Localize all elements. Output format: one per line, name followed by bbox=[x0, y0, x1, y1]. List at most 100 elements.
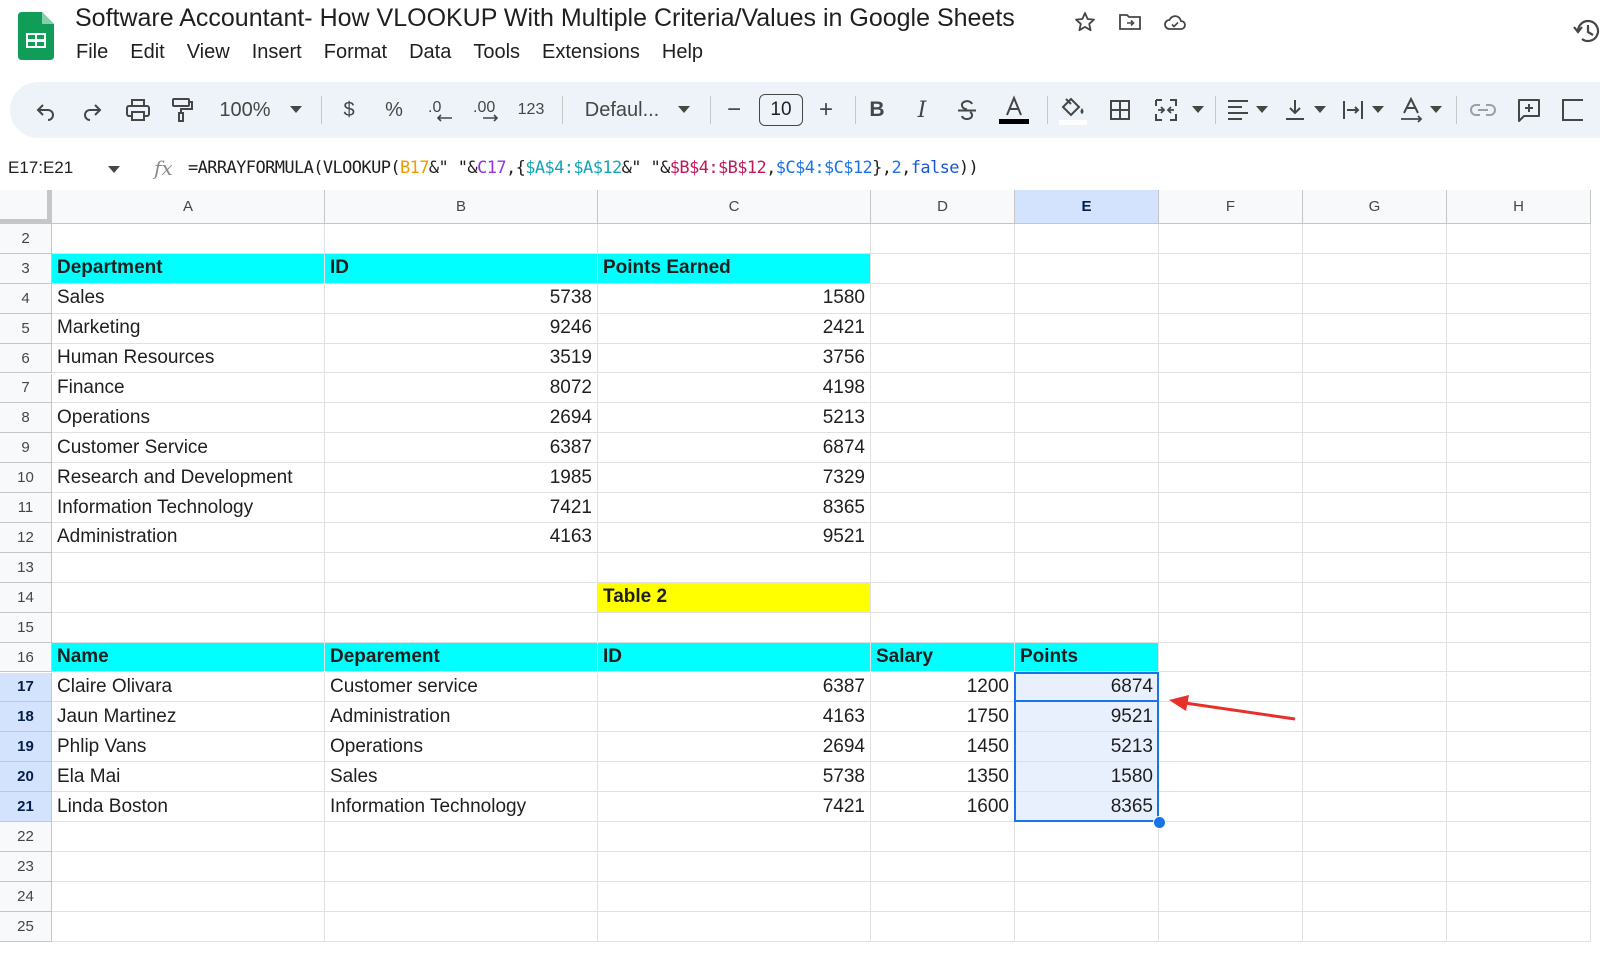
cell-e8[interactable] bbox=[1015, 403, 1159, 434]
cell-g7[interactable] bbox=[1303, 373, 1447, 404]
cell-d13[interactable] bbox=[871, 552, 1015, 583]
cell-e21[interactable]: 8365 bbox=[1015, 792, 1159, 822]
row-header-7[interactable]: 7 bbox=[0, 373, 52, 404]
cell-g13[interactable] bbox=[1303, 552, 1447, 583]
cell-c22[interactable] bbox=[598, 822, 871, 852]
cell-d3[interactable] bbox=[871, 253, 1015, 284]
cell-d18[interactable]: 1750 bbox=[871, 702, 1015, 733]
cell-g18[interactable] bbox=[1303, 702, 1447, 733]
cell-c3[interactable]: Points Earned bbox=[598, 253, 871, 284]
column-header-d[interactable]: D bbox=[871, 190, 1015, 224]
paint-format-button[interactable] bbox=[168, 82, 196, 138]
cell-b19[interactable]: Operations bbox=[325, 732, 598, 763]
cell-c5[interactable]: 2421 bbox=[598, 313, 871, 344]
increase-font-size-button[interactable]: + bbox=[814, 82, 838, 138]
cell-f22[interactable] bbox=[1159, 822, 1303, 852]
cell-g20[interactable] bbox=[1303, 762, 1447, 793]
cell-b16[interactable]: Deparement bbox=[325, 642, 598, 673]
cell-b12[interactable]: 4163 bbox=[325, 523, 598, 553]
cell-b8[interactable]: 2694 bbox=[325, 403, 598, 434]
row-header-11[interactable]: 11 bbox=[0, 493, 52, 523]
cloud-status-icon[interactable] bbox=[1162, 10, 1188, 34]
rotation-dropdown-caret-icon[interactable] bbox=[1428, 82, 1444, 138]
cell-g3[interactable] bbox=[1303, 253, 1447, 284]
text-rotation-button[interactable] bbox=[1398, 82, 1424, 138]
cell-f21[interactable] bbox=[1159, 792, 1303, 822]
cell-d5[interactable] bbox=[871, 313, 1015, 344]
cell-a8[interactable]: Operations bbox=[52, 403, 325, 434]
cell-b10[interactable]: 1985 bbox=[325, 463, 598, 494]
cell-d14[interactable] bbox=[871, 582, 1015, 613]
cell-d16[interactable]: Salary bbox=[871, 642, 1015, 673]
row-header-24[interactable]: 24 bbox=[0, 881, 52, 912]
text-wrapping-button[interactable] bbox=[1340, 82, 1366, 138]
cell-a17[interactable]: Claire Olivara bbox=[52, 672, 325, 703]
row-header-9[interactable]: 9 bbox=[0, 433, 52, 464]
cell-a25[interactable] bbox=[52, 911, 325, 942]
cell-g14[interactable] bbox=[1303, 582, 1447, 613]
cell-c15[interactable] bbox=[598, 612, 871, 643]
merge-dropdown-caret-icon[interactable] bbox=[1190, 82, 1206, 138]
cell-f19[interactable] bbox=[1159, 732, 1303, 763]
row-header-16[interactable]: 16 bbox=[0, 642, 52, 673]
fill-color-button[interactable] bbox=[1056, 82, 1090, 138]
cell-c4[interactable]: 1580 bbox=[598, 283, 871, 314]
cell-f25[interactable] bbox=[1159, 911, 1303, 942]
cell-a13[interactable] bbox=[52, 552, 325, 583]
cell-b11[interactable]: 7421 bbox=[325, 493, 598, 523]
cell-h13[interactable] bbox=[1447, 552, 1591, 583]
cell-h24[interactable] bbox=[1447, 881, 1591, 912]
cell-a20[interactable]: Ela Mai bbox=[52, 762, 325, 793]
cell-g2[interactable] bbox=[1303, 224, 1447, 254]
cell-e11[interactable] bbox=[1015, 493, 1159, 523]
cell-g5[interactable] bbox=[1303, 313, 1447, 344]
cell-a21[interactable]: Linda Boston bbox=[52, 792, 325, 822]
cell-b24[interactable] bbox=[325, 881, 598, 912]
zoom-value[interactable]: 100% bbox=[215, 82, 275, 138]
cell-c14[interactable]: Table 2 bbox=[598, 582, 871, 613]
cell-f24[interactable] bbox=[1159, 881, 1303, 912]
fill-handle[interactable] bbox=[1153, 816, 1166, 829]
cell-a6[interactable]: Human Resources bbox=[52, 343, 325, 374]
decrease-decimal-button[interactable]: .0 bbox=[425, 82, 455, 138]
cell-e6[interactable] bbox=[1015, 343, 1159, 374]
cell-b3[interactable]: ID bbox=[325, 253, 598, 284]
cell-f7[interactable] bbox=[1159, 373, 1303, 404]
move-to-folder-icon[interactable] bbox=[1117, 10, 1143, 34]
cell-e17[interactable]: 6874 bbox=[1015, 672, 1159, 703]
cell-h15[interactable] bbox=[1447, 612, 1591, 643]
cell-c13[interactable] bbox=[598, 552, 871, 583]
column-header-f[interactable]: F bbox=[1159, 190, 1303, 224]
sheets-logo-icon[interactable] bbox=[18, 12, 54, 60]
row-header-13[interactable]: 13 bbox=[0, 552, 52, 583]
cell-e10[interactable] bbox=[1015, 463, 1159, 494]
cell-e14[interactable] bbox=[1015, 582, 1159, 613]
strikethrough-button[interactable] bbox=[954, 82, 980, 138]
cell-b9[interactable]: 6387 bbox=[325, 433, 598, 464]
cell-f9[interactable] bbox=[1159, 433, 1303, 464]
cell-h14[interactable] bbox=[1447, 582, 1591, 613]
menu-insert[interactable]: Insert bbox=[241, 41, 313, 64]
cell-c11[interactable]: 8365 bbox=[598, 493, 871, 523]
cell-c25[interactable] bbox=[598, 911, 871, 942]
cell-a12[interactable]: Administration bbox=[52, 523, 325, 553]
cell-h20[interactable] bbox=[1447, 762, 1591, 793]
row-header-18[interactable]: 18 bbox=[0, 702, 52, 733]
cell-c2[interactable] bbox=[598, 224, 871, 254]
cell-e5[interactable] bbox=[1015, 313, 1159, 344]
cell-g16[interactable] bbox=[1303, 642, 1447, 673]
cell-e3[interactable] bbox=[1015, 253, 1159, 284]
cell-b15[interactable] bbox=[325, 612, 598, 643]
cell-d2[interactable] bbox=[871, 224, 1015, 254]
cell-c21[interactable]: 7421 bbox=[598, 792, 871, 822]
cell-b22[interactable] bbox=[325, 822, 598, 852]
cell-d15[interactable] bbox=[871, 612, 1015, 643]
cell-d24[interactable] bbox=[871, 881, 1015, 912]
more-formats-button[interactable]: 123 bbox=[516, 82, 546, 138]
row-header-23[interactable]: 23 bbox=[0, 851, 52, 882]
italic-button[interactable]: I bbox=[911, 82, 933, 138]
cell-c16[interactable]: ID bbox=[598, 642, 871, 673]
row-header-10[interactable]: 10 bbox=[0, 463, 52, 494]
cell-b21[interactable]: Information Technology bbox=[325, 792, 598, 822]
cell-g17[interactable] bbox=[1303, 672, 1447, 703]
